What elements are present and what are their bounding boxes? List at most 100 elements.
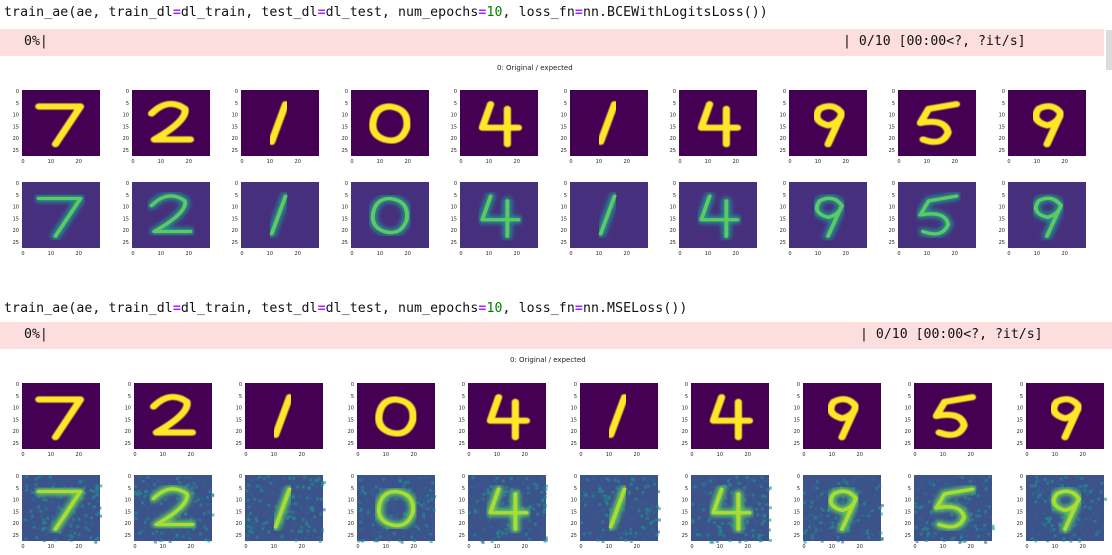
original-digit-image: 0 5 10 15 20 25 0 10 20: [988, 88, 1092, 164]
noise-pixel: [200, 478, 203, 481]
y-tick-label: 0: [235, 89, 238, 95]
noise-pixel: [656, 505, 659, 508]
noise-pixel: [541, 477, 544, 480]
noise-pixel: [760, 485, 763, 488]
noise-pixel: [302, 485, 305, 488]
y-tick-label: 5: [235, 193, 238, 199]
code-cell-1[interactable]: train_ae(ae, train_dl=dl_train, test_dl=…: [4, 5, 768, 20]
y-tick-label: 25: [793, 533, 799, 539]
noise-pixel: [752, 529, 755, 532]
noise-pixel: [841, 540, 844, 543]
y-tick-label: 25: [905, 441, 911, 447]
reconstructed-digit-image: 0 5 10 15 20 25 0 10 20: [331, 180, 435, 256]
noise-pixel: [812, 486, 815, 489]
noise-pixel: [313, 529, 316, 532]
y-tick-label: 15: [122, 216, 128, 222]
image-background: [460, 90, 538, 156]
noise-pixel: [655, 534, 658, 537]
noise-pixel: [194, 500, 197, 503]
noise-pixel: [544, 488, 547, 491]
noise-pixel: [376, 539, 379, 542]
output-scrollbar[interactable]: [1106, 30, 1112, 70]
noise-pixel: [1082, 501, 1085, 504]
noise-pixel: [1081, 488, 1084, 491]
noise-pixel: [1088, 518, 1091, 521]
noise-pixel: [764, 495, 767, 498]
noise-pixel: [158, 512, 161, 515]
x-tick-label: 0: [788, 159, 791, 164]
noise-pixel: [281, 486, 284, 489]
noise-pixel: [644, 486, 647, 489]
y-tick-label: 25: [451, 148, 457, 154]
noise-pixel: [431, 527, 434, 530]
noise-pixel: [319, 537, 322, 540]
noise-pixel: [168, 540, 171, 543]
noise-pixel: [769, 539, 772, 542]
noise-pixel: [583, 494, 586, 497]
noise-pixel: [837, 482, 840, 485]
noise-pixel: [979, 475, 982, 478]
noise-pixel: [760, 514, 763, 517]
x-tick-label: 10: [382, 544, 388, 549]
noise-pixel: [721, 522, 724, 525]
noise-pixel: [176, 497, 179, 500]
noise-pixel: [767, 488, 770, 491]
x-tick-label: 20: [745, 544, 751, 549]
y-tick-label: 20: [905, 521, 911, 527]
noise-pixel: [919, 482, 922, 485]
noise-pixel: [253, 498, 256, 501]
noise-pixel: [819, 514, 822, 517]
y-tick-label: 15: [451, 216, 457, 222]
noise-pixel: [72, 518, 75, 521]
noise-pixel: [268, 504, 271, 507]
image-background: [22, 90, 100, 156]
noise-pixel: [607, 479, 610, 482]
noise-pixel: [984, 510, 987, 513]
noise-pixel: [413, 539, 416, 542]
noise-pixel: [96, 500, 99, 503]
noise-pixel: [202, 484, 205, 487]
noise-pixel: [1043, 521, 1046, 524]
noise-pixel: [137, 532, 140, 535]
noise-pixel: [359, 521, 362, 524]
y-tick-label: 0: [127, 474, 130, 480]
noise-pixel: [52, 500, 55, 503]
code-cell-2[interactable]: train_ae(ae, train_dl=dl_train, test_dl=…: [4, 301, 687, 316]
noise-pixel: [320, 498, 323, 501]
y-tick-label: 25: [560, 148, 566, 154]
y-tick-label: 25: [459, 533, 465, 539]
progress-percent: 0%|: [24, 327, 48, 342]
noise-pixel: [382, 478, 385, 481]
y-tick-label: 5: [350, 486, 353, 492]
noise-pixel: [81, 505, 84, 508]
noise-pixel: [159, 502, 162, 505]
noise-pixel: [1034, 539, 1037, 542]
image-background: [132, 90, 210, 156]
x-tick-label: 10: [486, 251, 492, 256]
noise-pixel: [964, 503, 967, 506]
noise-pixel: [964, 497, 967, 500]
noise-pixel: [828, 521, 831, 524]
original-digit-image: 0 5 10 15 20 25 0 10 20: [112, 88, 216, 164]
noise-pixel: [99, 484, 102, 487]
y-tick-label: 20: [779, 136, 785, 142]
noise-pixel: [598, 491, 601, 494]
noise-pixel: [311, 483, 314, 486]
noise-pixel: [474, 486, 477, 489]
reconstructed-digit-image: 0 5 10 15 20 25 0 10 20: [550, 180, 654, 256]
y-tick-label: 0: [125, 89, 128, 95]
noise-pixel: [745, 533, 748, 536]
noise-pixel: [40, 514, 43, 517]
y-tick-label: 0: [1001, 181, 1004, 187]
y-tick-label: 0: [685, 474, 688, 480]
x-tick-label: 0: [350, 159, 353, 164]
noise-pixel: [729, 539, 732, 542]
noise-pixel: [706, 527, 709, 530]
x-tick-label: 20: [185, 251, 191, 256]
y-tick-label: 25: [1016, 441, 1022, 447]
y-tick-label: 5: [908, 486, 911, 492]
noise-pixel: [299, 495, 302, 498]
y-tick-label: 10: [124, 498, 130, 504]
noise-pixel: [629, 528, 632, 531]
y-tick-label: 0: [239, 382, 242, 388]
